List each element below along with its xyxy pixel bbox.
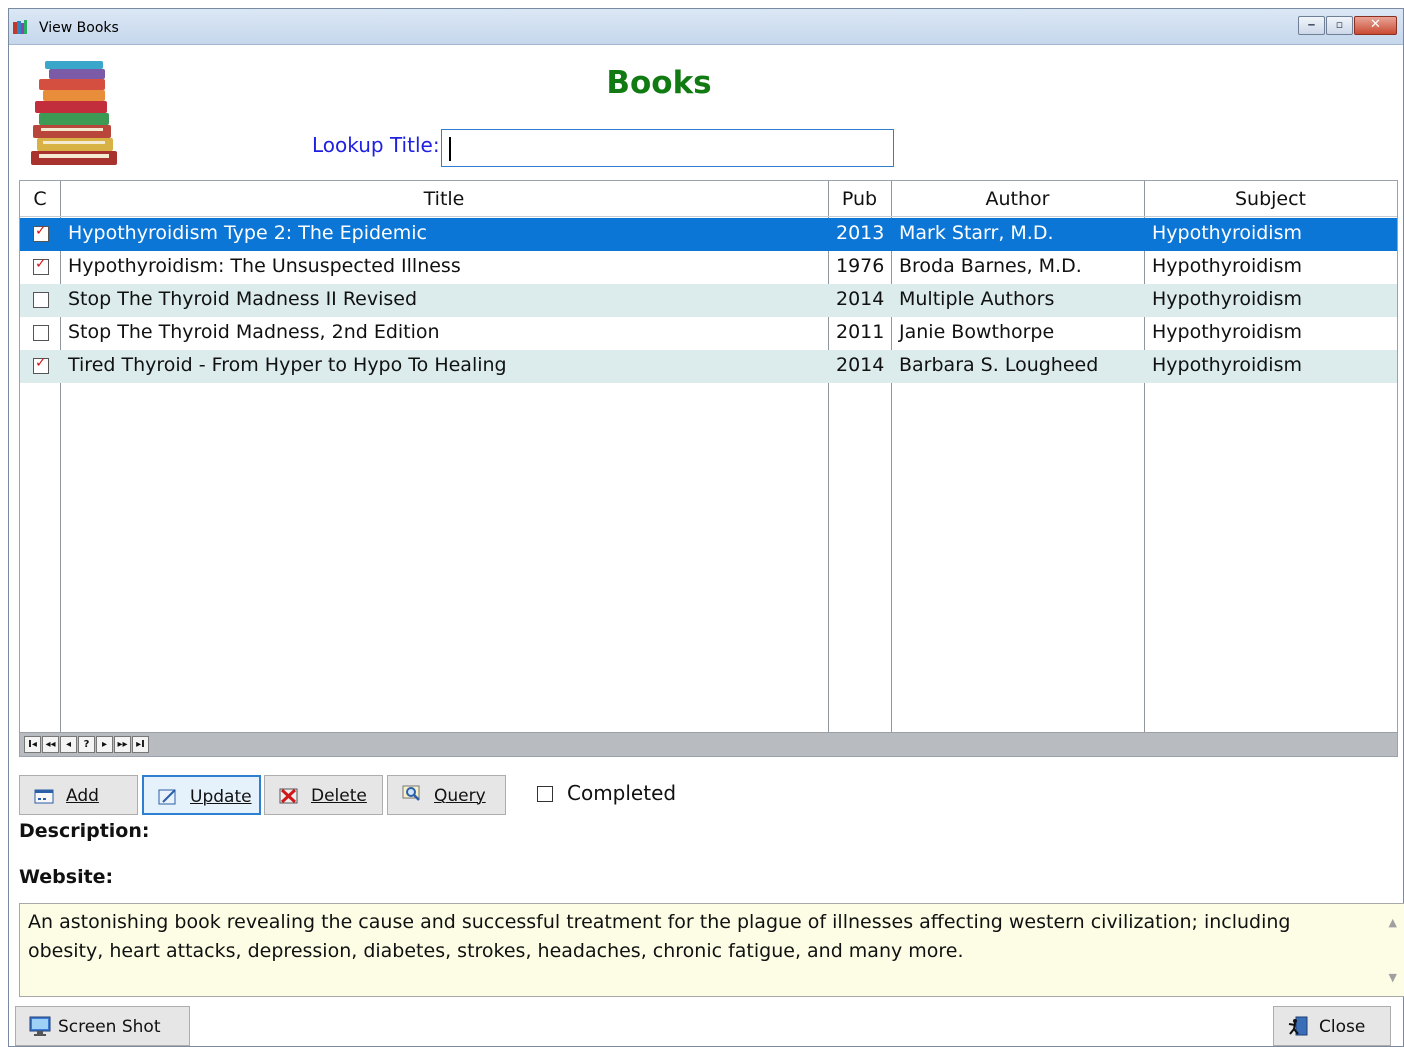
query-button-label: Query [434,786,486,806]
title-bar[interactable]: View Books ‒ ▫ ✕ [9,9,1403,45]
table-row[interactable]: ✓ Hypothyroidism: The Unsuspected Illnes… [20,251,1397,284]
author-cell: Barbara S. Lougheed [899,354,1099,376]
next-record-button[interactable]: ▸ [96,736,113,753]
grid-header: C Title Pub Author Subject [20,181,1397,217]
next-page-button[interactable]: ▸▸ [114,736,131,753]
monitor-icon [29,1016,51,1036]
screen-shot-button[interactable]: Screen Shot [15,1006,190,1046]
window-controls: ‒ ▫ ✕ [1297,16,1397,35]
minimize-icon: ‒ [1307,18,1316,31]
record-lookup-button[interactable]: ? [78,736,95,753]
first-record-button[interactable]: I◂ [24,736,41,753]
completed-filter-label: Completed [567,781,677,805]
add-button[interactable]: Add [19,775,138,815]
check-icon: ✓ [35,223,47,239]
column-header-c[interactable]: C [20,188,60,210]
exit-door-icon [1288,1016,1308,1036]
previous-page-button[interactable]: ◂◂ [42,736,59,753]
books-grid[interactable]: C Title Pub Author Subject ✓ Hypothyroid… [19,180,1398,757]
subject-cell: Hypothyroidism [1152,321,1302,343]
column-header-pub[interactable]: Pub [828,188,891,210]
author-cell: Multiple Authors [899,288,1055,310]
window-title: View Books [39,20,119,36]
query-button[interactable]: Query [387,775,506,815]
subject-cell: Hypothyroidism [1152,288,1302,310]
website-label: Website: [19,866,114,888]
maximize-button[interactable]: ▫ [1326,16,1353,35]
main-window: View Books ‒ ▫ ✕ Books Lookup Title: C T… [8,8,1404,1047]
magnifier-icon [402,785,420,801]
pub-cell: 2014 [836,288,885,310]
completed-checkbox[interactable]: ✓ [33,355,49,374]
pub-cell: 1976 [836,255,885,277]
table-row[interactable]: ✓ Tired Thyroid - From Hyper to Hypo To … [20,350,1397,383]
lookup-title-label: Lookup Title: [312,133,440,157]
table-row[interactable]: Stop The Thyroid Madness II Revised 2014… [20,284,1397,317]
description-label: Description: [19,820,150,842]
add-button-label: Add [66,786,99,806]
column-header-title[interactable]: Title [60,188,828,210]
title-cell: Tired Thyroid - From Hyper to Hypo To He… [68,354,507,376]
subject-cell: Hypothyroidism [1152,222,1302,244]
check-icon: ✓ [35,355,47,371]
close-button-label: Close [1319,1017,1366,1037]
pub-cell: 2011 [836,321,885,343]
description-text: An astonishing book revealing the cause … [28,911,1291,962]
update-button[interactable]: Update [142,775,261,815]
pub-cell: 2013 [836,222,885,244]
delete-button-label: Delete [311,786,367,806]
close-window-button[interactable]: ✕ [1354,16,1397,35]
scroll-up-icon[interactable]: ▲ [1389,908,1397,937]
screen-shot-button-label: Screen Shot [58,1017,161,1037]
completed-checkbox[interactable] [33,292,49,308]
title-cell: Stop The Thyroid Madness II Revised [68,288,418,310]
maximize-icon: ▫ [1335,18,1344,31]
column-header-subject[interactable]: Subject [1144,188,1397,210]
description-textarea[interactable]: An astonishing book revealing the cause … [19,903,1404,997]
update-button-label: Update [190,787,252,807]
author-cell: Janie Bowthorpe [899,321,1055,343]
delete-x-icon [279,788,298,804]
last-record-button[interactable]: ▸I [132,736,149,753]
completed-filter-checkbox[interactable] [537,786,553,802]
previous-record-button[interactable]: ◂ [60,736,77,753]
completed-checkbox[interactable] [33,325,49,341]
edit-form-icon [158,789,176,805]
close-button[interactable]: Close [1273,1006,1391,1046]
scroll-down-icon[interactable]: ▼ [1389,963,1397,992]
table-row[interactable]: ✓ Hypothyroidism Type 2: The Epidemic 20… [20,218,1397,251]
subject-cell: Hypothyroidism [1152,354,1302,376]
completed-checkbox[interactable]: ✓ [33,223,49,242]
completed-checkbox[interactable]: ✓ [33,256,49,275]
pub-cell: 2014 [836,354,885,376]
title-cell: Hypothyroidism Type 2: The Epidemic [68,222,427,244]
page-title: Books [606,65,712,101]
subject-cell: Hypothyroidism [1152,255,1302,277]
lookup-title-input[interactable] [441,129,894,167]
check-icon: ✓ [35,256,47,272]
add-form-icon [34,789,54,804]
record-navigator: I◂ ◂◂ ◂ ? ▸ ▸▸ ▸I [20,732,1397,756]
delete-button[interactable]: Delete [264,775,383,815]
title-cell: Stop The Thyroid Madness, 2nd Edition [68,321,440,343]
title-cell: Hypothyroidism: The Unsuspected Illness [68,255,461,277]
table-row[interactable]: Stop The Thyroid Madness, 2nd Edition 20… [20,317,1397,350]
books-icon [13,20,27,34]
text-caret [449,137,451,161]
close-icon: ✕ [1370,17,1381,32]
stacked-books-icon [31,61,117,165]
author-cell: Mark Starr, M.D. [899,222,1054,244]
minimize-button[interactable]: ‒ [1298,16,1325,35]
column-header-author[interactable]: Author [891,188,1144,210]
author-cell: Broda Barnes, M.D. [899,255,1082,277]
